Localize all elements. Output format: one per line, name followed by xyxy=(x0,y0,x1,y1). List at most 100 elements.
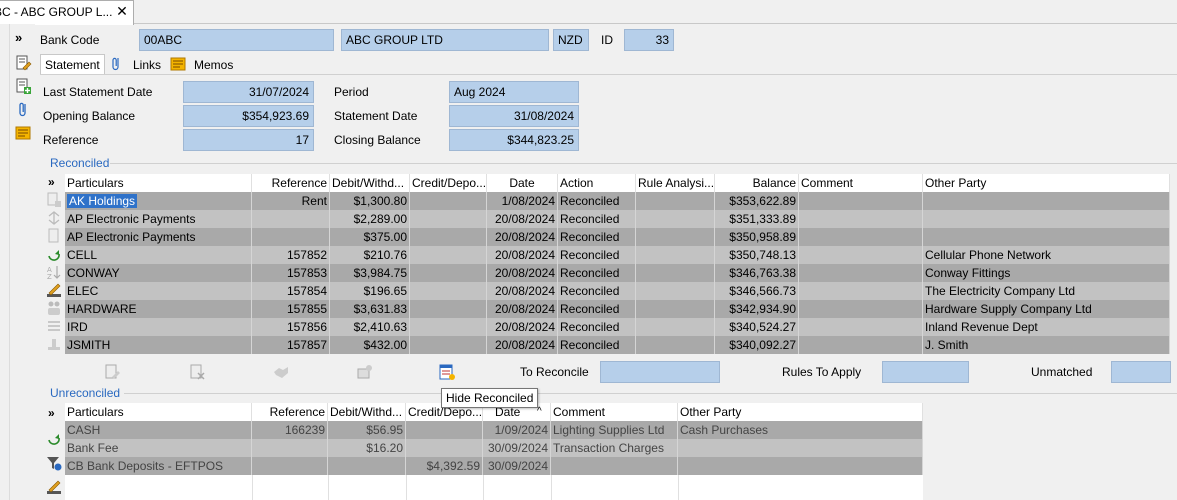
closing-balance-field[interactable]: $344,823.25 xyxy=(449,129,579,151)
bank-code-field[interactable]: 00ABC xyxy=(139,29,334,51)
split-icon[interactable] xyxy=(46,210,62,226)
table-cell-comment xyxy=(799,318,923,336)
reference-field[interactable]: 17 xyxy=(183,129,314,151)
cell-text: $196.65 xyxy=(363,284,407,298)
table-cell-reference: Rent xyxy=(252,192,330,210)
column-header-date[interactable]: Date xyxy=(487,174,558,192)
cell-text: 157855 xyxy=(286,302,327,316)
cell-text: 20/08/2024 xyxy=(494,230,555,244)
table-cell-credit xyxy=(410,300,487,318)
column-header-rule-analysis[interactable]: Rule Analysi... xyxy=(636,174,715,192)
table-cell-reference: 157854 xyxy=(252,282,330,300)
table-row[interactable]: IRD 157856 $2,410.63 20/08/2024 Reconciled $3… xyxy=(65,318,1170,336)
reference-label: Reference xyxy=(43,133,99,147)
refresh-icon[interactable] xyxy=(46,246,62,262)
column-header-other-party[interactable]: Other Party xyxy=(678,403,923,421)
document-tab[interactable]: BC - ABC GROUP L... ✕ xyxy=(0,0,134,25)
cell-text: Rent xyxy=(301,194,327,208)
id-label: ID xyxy=(601,33,613,47)
edit-doc-icon[interactable] xyxy=(46,228,62,244)
cell-text: 157856 xyxy=(286,320,327,334)
table-cell-reference: 157853 xyxy=(252,264,330,282)
memo-icon[interactable] xyxy=(14,124,32,142)
add-doc-icon[interactable] xyxy=(46,192,62,208)
table-row[interactable]: AP Electronic Payments $2,289.00 20/08/202… xyxy=(65,210,1170,228)
people-icon[interactable] xyxy=(46,300,62,316)
hide-reconciled-icon[interactable] xyxy=(438,363,456,381)
table-cell-balance: $350,958.89 xyxy=(715,228,799,246)
cell-text: Reconciled xyxy=(560,248,620,262)
close-icon[interactable]: ✕ xyxy=(115,3,129,20)
left-edge-strip xyxy=(0,24,10,500)
column-header-other-party[interactable]: Other Party xyxy=(923,174,1170,192)
expand-icon[interactable]: » xyxy=(15,30,33,48)
cell-text: 30/09/2024 xyxy=(487,441,548,455)
expand-icon[interactable]: » xyxy=(48,406,55,420)
refresh-icon[interactable] xyxy=(46,430,62,446)
table-cell-reference: 166239 xyxy=(252,421,328,439)
table-row[interactable]: AK Holdings Rent $1,300.80 1/08/2024 Reconci… xyxy=(65,192,1170,210)
tab-statement[interactable]: Statement xyxy=(40,54,105,75)
tab-links[interactable]: Links xyxy=(108,54,166,75)
table-row[interactable]: CONWAY 157853 $3,984.75 20/08/2024 Reconcile… xyxy=(65,264,1170,282)
column-header-balance[interactable]: Balance xyxy=(715,174,799,192)
column-header-debit[interactable]: Debit/Withd... xyxy=(330,174,410,192)
cell-text: 20/08/2024 xyxy=(494,338,555,352)
expand-icon[interactable]: » xyxy=(48,175,55,189)
table-row[interactable]: ELEC 157854 $196.65 20/08/2024 Reconciled $34… xyxy=(65,282,1170,300)
edit-doc-icon[interactable] xyxy=(103,363,121,381)
list-icon[interactable] xyxy=(46,318,62,334)
column-header-debit[interactable]: Debit/Withd... xyxy=(328,403,406,421)
add-doc-icon[interactable] xyxy=(14,77,32,95)
table-row[interactable]: HARDWARE 157855 $3,631.83 20/08/2024 Reconci… xyxy=(65,300,1170,318)
id-field[interactable]: 33 xyxy=(624,29,674,51)
table-cell-particulars: AP Electronic Payments xyxy=(65,210,252,228)
cell-text: $432.00 xyxy=(363,338,407,352)
table-row[interactable]: CASH 166239 $56.95 1/09/2024 Lighting Suppli… xyxy=(65,421,923,439)
table-row[interactable]: AP Electronic Payments $375.00 20/08/2024 R… xyxy=(65,228,1170,246)
table-row[interactable]: Bank Fee $16.20 30/09/2024 Transaction Char… xyxy=(65,439,923,457)
edit-pencil-icon[interactable] xyxy=(46,479,62,495)
delete-doc-icon[interactable] xyxy=(188,363,206,381)
opening-balance-field[interactable]: $354,923.69 xyxy=(183,105,314,127)
table-cell-other-party: Inland Revenue Dept xyxy=(923,318,1170,336)
column-header-particulars[interactable]: Particulars xyxy=(65,403,252,421)
image-add-icon[interactable] xyxy=(356,363,374,381)
column-header-comment[interactable]: Comment xyxy=(551,403,678,421)
cell-text: $1,300.80 xyxy=(353,194,407,208)
table-cell-reference: 157852 xyxy=(252,246,330,264)
statement-date-field[interactable]: 31/08/2024 xyxy=(449,105,579,127)
table-cell-date: 20/08/2024 xyxy=(487,264,558,282)
table-cell-balance: $340,092.27 xyxy=(715,336,799,354)
paperclip-icon xyxy=(112,57,119,71)
table-cell-credit xyxy=(410,264,487,282)
cell-text: AP Electronic Payments xyxy=(67,230,196,244)
cell-text: 30/09/2024 xyxy=(487,459,548,473)
column-header-action[interactable]: Action xyxy=(558,174,636,192)
table-row[interactable]: CB Bank Deposits - EFTPOS $4,392.59 30/09/… xyxy=(65,457,923,475)
edit-pencil-icon[interactable] xyxy=(46,282,62,298)
stamp-icon[interactable] xyxy=(46,336,62,352)
column-header-reference[interactable]: Reference xyxy=(252,403,328,421)
cell-text: $346,763.38 xyxy=(729,266,796,280)
filter-icon[interactable] xyxy=(46,455,62,471)
table-row[interactable]: CELL 157852 $210.76 20/08/2024 Reconciled $35… xyxy=(65,246,1170,264)
paperclip-icon[interactable] xyxy=(14,100,32,118)
currency-field[interactable]: NZD xyxy=(553,29,589,51)
edit-doc-icon[interactable] xyxy=(14,54,32,72)
table-cell-action: Reconciled xyxy=(558,246,636,264)
table-cell-particulars: CONWAY xyxy=(65,264,252,282)
period-field[interactable]: Aug 2024 xyxy=(449,81,579,103)
bank-name-field[interactable]: ABC GROUP LTD xyxy=(341,29,549,51)
table-row[interactable]: JSMITH 157857 $432.00 20/08/2024 Reconciled $… xyxy=(65,336,1170,354)
column-header-reference[interactable]: Reference xyxy=(252,174,330,192)
cell-text: 20/08/2024 xyxy=(494,320,555,334)
column-header-comment[interactable]: Comment xyxy=(799,174,923,192)
column-header-particulars[interactable]: Particulars xyxy=(65,174,252,192)
handshake-icon[interactable] xyxy=(272,363,290,381)
column-header-credit[interactable]: Credit/Depo... xyxy=(410,174,487,192)
tab-memos[interactable]: Memos xyxy=(168,54,240,75)
sort-az-icon[interactable]: AZ xyxy=(46,264,62,280)
last-statement-date-field[interactable]: 31/07/2024 xyxy=(183,81,314,103)
table-cell-balance: $346,566.73 xyxy=(715,282,799,300)
